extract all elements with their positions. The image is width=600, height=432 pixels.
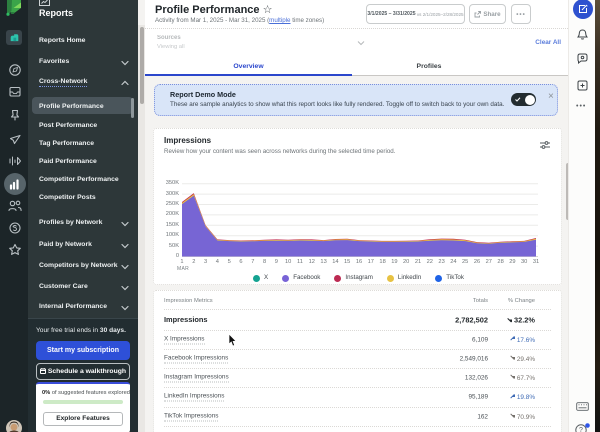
svg-text:?: ? — [579, 427, 583, 432]
